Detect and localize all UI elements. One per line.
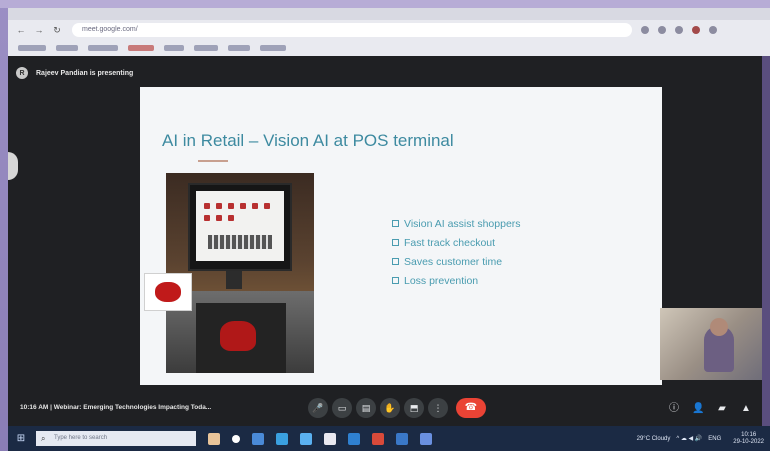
checkbox-icon — [392, 239, 399, 246]
chat-icon[interactable]: ▰ — [716, 403, 728, 415]
red-product — [155, 282, 181, 302]
windows-start-icon[interactable]: ⊞ — [14, 432, 28, 446]
checkbox-icon — [392, 277, 399, 284]
bookmarks-bar — [8, 40, 770, 56]
presenting-label: Rajeev Pandian is presenting — [36, 69, 134, 77]
bullet-item: Saves customer time — [392, 253, 521, 272]
more-options-button[interactable]: ⋮ — [428, 398, 448, 418]
kiosk-monitor — [188, 183, 292, 271]
meeting-info: 10:16 AM | Webinar: Emerging Technologie… — [20, 404, 212, 411]
reload-icon[interactable]: ↻ — [52, 25, 62, 35]
bullet-item: Loss prevention — [392, 272, 521, 291]
meeting-title: Webinar: Emerging Technologies Impacting… — [53, 404, 212, 411]
extension-icon[interactable] — [675, 26, 683, 34]
menu-icon[interactable] — [709, 26, 717, 34]
task-view-icon[interactable] — [232, 434, 240, 443]
kiosk-screen — [196, 191, 284, 261]
monitor-bezel-top — [0, 0, 770, 8]
system-tray: 29°C Cloudy ^ ☁ ◀ 🔊 ENG 10:16 29-10-2022 — [631, 426, 764, 451]
taskbar-app-icon[interactable] — [420, 432, 432, 445]
present-button[interactable]: ⬒ — [404, 398, 424, 418]
bookmark-item[interactable] — [56, 45, 78, 51]
people-icon[interactable]: 👤 — [692, 403, 704, 415]
info-icon[interactable]: ⓘ — [668, 403, 680, 415]
end-call-button[interactable]: ☎ — [456, 398, 486, 418]
forward-arrow-icon[interactable]: → — [34, 25, 44, 35]
windows-taskbar: ⊞ ⌕ Type here to search 29°C Cloudy ^ ☁ … — [8, 426, 770, 451]
meeting-time: 10:16 AM — [20, 404, 49, 411]
bookmark-item[interactable] — [260, 45, 286, 51]
taskbar-app-icon[interactable] — [396, 432, 408, 445]
bookmark-item[interactable] — [88, 45, 118, 51]
address-row: ← → ↻ meet.google.com/ — [8, 20, 770, 40]
extension-icon[interactable] — [658, 26, 666, 34]
onscreen-keyboard — [208, 235, 272, 249]
profile-icon[interactable] — [692, 26, 700, 34]
participant-video-tile[interactable] — [660, 308, 770, 380]
photographed-monitor: ← → ↻ meet.google.com/ R Rajeev Pandian … — [0, 0, 770, 451]
bookmark-item[interactable] — [194, 45, 218, 51]
browser-chrome: ← → ↻ meet.google.com/ — [8, 8, 770, 56]
tray-icons[interactable]: ^ ☁ ◀ 🔊 — [676, 435, 702, 442]
presenting-banner: R Rajeev Pandian is presenting — [16, 62, 133, 84]
kiosk-stand — [226, 271, 242, 289]
monitor-bezel-right — [762, 56, 770, 426]
taskbar-app-icon[interactable] — [276, 432, 288, 445]
bookmark-item[interactable] — [228, 45, 250, 51]
bookmark-item[interactable] — [18, 45, 46, 51]
bullet-item: Fast track checkout — [392, 234, 521, 253]
bookmark-item[interactable] — [128, 45, 154, 51]
taskbar-search-input[interactable]: ⌕ Type here to search — [36, 431, 196, 446]
checkbox-icon — [392, 258, 399, 265]
taskbar-app-icon[interactable] — [324, 432, 336, 445]
raise-hand-button[interactable]: ✋ — [380, 398, 400, 418]
side-panel-handle[interactable] — [8, 152, 18, 180]
captions-button[interactable]: ▤ — [356, 398, 376, 418]
taskbar-app-icon[interactable] — [300, 432, 312, 445]
extension-icon[interactable] — [641, 26, 649, 34]
checkbox-icon — [392, 220, 399, 227]
presentation-slide: AI in Retail – Vision AI at POS terminal — [140, 87, 662, 385]
slide-bullets: Vision AI assist shoppers Fast track che… — [392, 215, 521, 291]
browser-tab-strip[interactable] — [8, 8, 770, 20]
detected-item-inset — [144, 273, 192, 311]
title-underline — [198, 160, 228, 162]
mic-button[interactable]: 🎤 — [308, 398, 328, 418]
search-icon: ⌕ — [41, 434, 46, 443]
bookmark-item[interactable] — [164, 45, 184, 51]
meeting-controls-bar: 10:16 AM | Webinar: Emerging Technologie… — [8, 392, 770, 426]
camera-button[interactable]: ▭ — [332, 398, 352, 418]
taskbar-app-icon[interactable] — [252, 432, 264, 445]
taskbar-app-icon[interactable] — [208, 432, 220, 445]
activities-icon[interactable]: ▲ — [740, 403, 752, 415]
meet-window: R Rajeev Pandian is presenting AI in Ret… — [8, 56, 770, 426]
clock[interactable]: 10:16 29-10-2022 — [727, 432, 764, 446]
back-arrow-icon[interactable]: ← — [16, 25, 26, 35]
product-row — [204, 215, 240, 221]
edge-browser-icon[interactable] — [348, 432, 360, 445]
product-row — [204, 203, 276, 209]
weather-widget[interactable]: 29°C Cloudy — [637, 436, 671, 442]
participant-head — [710, 318, 728, 336]
bullet-item: Vision AI assist shoppers — [392, 215, 521, 234]
slide-title: AI in Retail – Vision AI at POS terminal — [162, 131, 454, 150]
chrome-browser-icon[interactable] — [372, 432, 384, 445]
address-bar[interactable]: meet.google.com/ — [72, 23, 632, 37]
presenter-avatar: R — [16, 67, 28, 79]
red-product — [220, 321, 256, 351]
language-indicator[interactable]: ENG — [708, 436, 721, 442]
